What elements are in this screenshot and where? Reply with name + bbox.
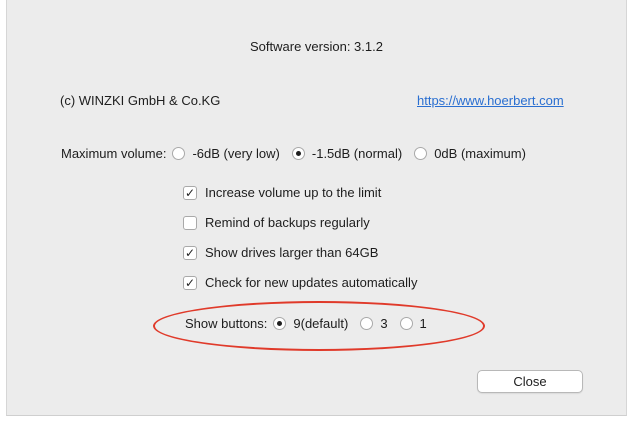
option-label: -1.5dB (normal) (311, 146, 403, 161)
checkbox-check-updates[interactable]: ✓ Check for new updates automatically (183, 275, 417, 290)
option-label: -6dB (very low) (192, 146, 280, 161)
option-label: 9(default) (293, 316, 349, 331)
option-label: 0dB (maximum) (434, 146, 526, 161)
checkbox-box[interactable]: ✓ (183, 275, 197, 290)
option-label: 1 (419, 316, 427, 331)
checkbox-box[interactable] (183, 215, 197, 230)
checkbox-label: Show drives larger than 64GB (205, 245, 379, 260)
show-buttons-label: Show buttons: (185, 316, 268, 331)
radio-button[interactable] (399, 317, 413, 330)
option-label: 3 (380, 316, 388, 331)
checkbox-label: Increase volume up to the limit (205, 185, 382, 200)
software-version: Software version: 3.1.2 (250, 39, 383, 54)
checkbox-label: Remind of backups regularly (205, 215, 370, 230)
settings-dialog: Software version: 3.1.2 (c) WINZKI GmbH … (6, 0, 627, 416)
website-link[interactable]: https://www.hoerbert.com (417, 93, 564, 108)
show-buttons-group: Show buttons: 9(default) 3 1 (185, 316, 439, 331)
show-buttons-option-1[interactable]: 1 (399, 316, 427, 331)
checkbox-remind-backups[interactable]: Remind of backups regularly (183, 215, 370, 230)
max-volume-option-maximum[interactable]: 0dB (maximum) (414, 146, 526, 161)
radio-button[interactable] (360, 317, 374, 330)
copyright-text: (c) WINZKI GmbH & Co.KG (60, 93, 221, 108)
max-volume-option-very-low[interactable]: -6dB (very low) (172, 146, 280, 161)
max-volume-label: Maximum volume: (61, 146, 167, 161)
checkbox-label: Check for new updates automatically (205, 275, 418, 290)
max-volume-option-normal[interactable]: -1.5dB (normal) (291, 146, 403, 161)
radio-button[interactable] (414, 147, 428, 160)
show-buttons-option-3[interactable]: 3 (360, 316, 388, 331)
radio-button[interactable] (172, 147, 186, 160)
checkbox-show-large-drives[interactable]: ✓ Show drives larger than 64GB (183, 245, 378, 260)
radio-button[interactable] (291, 147, 305, 160)
checkbox-increase-volume[interactable]: ✓ Increase volume up to the limit (183, 185, 381, 200)
close-button[interactable]: Close (477, 370, 583, 393)
show-buttons-option-9[interactable]: 9(default) (273, 316, 348, 331)
checkbox-box[interactable]: ✓ (183, 245, 197, 260)
max-volume-group: Maximum volume: -6dB (very low) -1.5dB (… (61, 146, 538, 161)
radio-button[interactable] (273, 317, 287, 330)
checkbox-box[interactable]: ✓ (183, 185, 197, 200)
